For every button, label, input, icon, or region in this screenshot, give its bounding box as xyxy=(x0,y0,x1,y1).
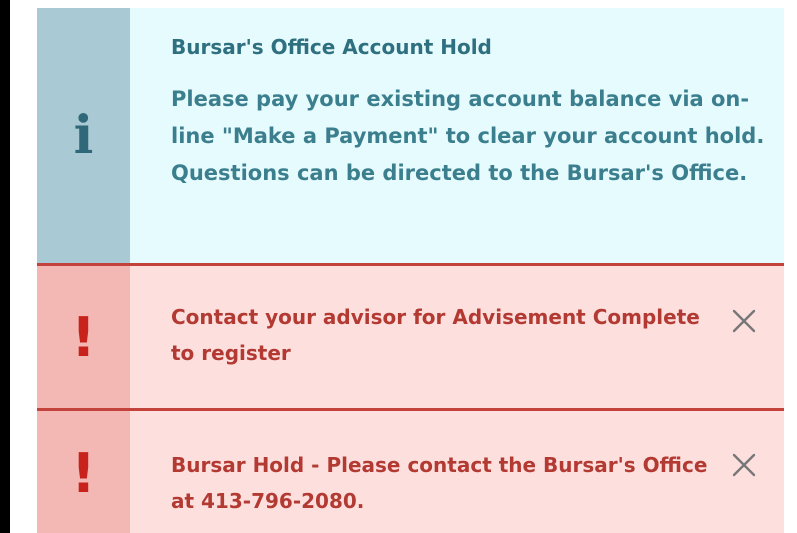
alert-body: Bursar Hold - Please contact the Bursar'… xyxy=(130,411,784,533)
alert-body: Contact your advisor for Advisement Comp… xyxy=(130,266,784,409)
alert-title: Bursar's Office Account Hold xyxy=(171,35,492,59)
account-hold-alert: i Bursar's Office Account Hold Please pa… xyxy=(37,8,784,263)
alert-stack: i Bursar's Office Account Hold Please pa… xyxy=(37,8,784,533)
alert-message: Bursar Hold - Please contact the Bursar'… xyxy=(171,453,708,513)
alert-message: Contact your advisor for Advisement Comp… xyxy=(171,305,700,365)
close-icon[interactable] xyxy=(730,307,758,335)
alert-body: Bursar's Office Account Hold Please pay … xyxy=(130,8,784,263)
info-icon: i xyxy=(73,104,94,166)
exclamation-icon: ! xyxy=(71,441,96,505)
alert-icon-column: i xyxy=(37,8,130,263)
window-edge xyxy=(0,0,10,533)
exclamation-icon: ! xyxy=(71,305,96,369)
alert-icon-column: ! xyxy=(37,411,130,533)
alert-icon-column: ! xyxy=(37,266,130,409)
alerts-panel: i Bursar's Office Account Hold Please pa… xyxy=(0,0,797,533)
alert-message: Please pay your existing account balance… xyxy=(171,87,765,185)
advisement-alert: ! Contact your advisor for Advisement Co… xyxy=(37,263,784,409)
bursar-hold-alert: ! Bursar Hold - Please contact the Bursa… xyxy=(37,408,784,533)
close-icon[interactable] xyxy=(730,451,758,479)
